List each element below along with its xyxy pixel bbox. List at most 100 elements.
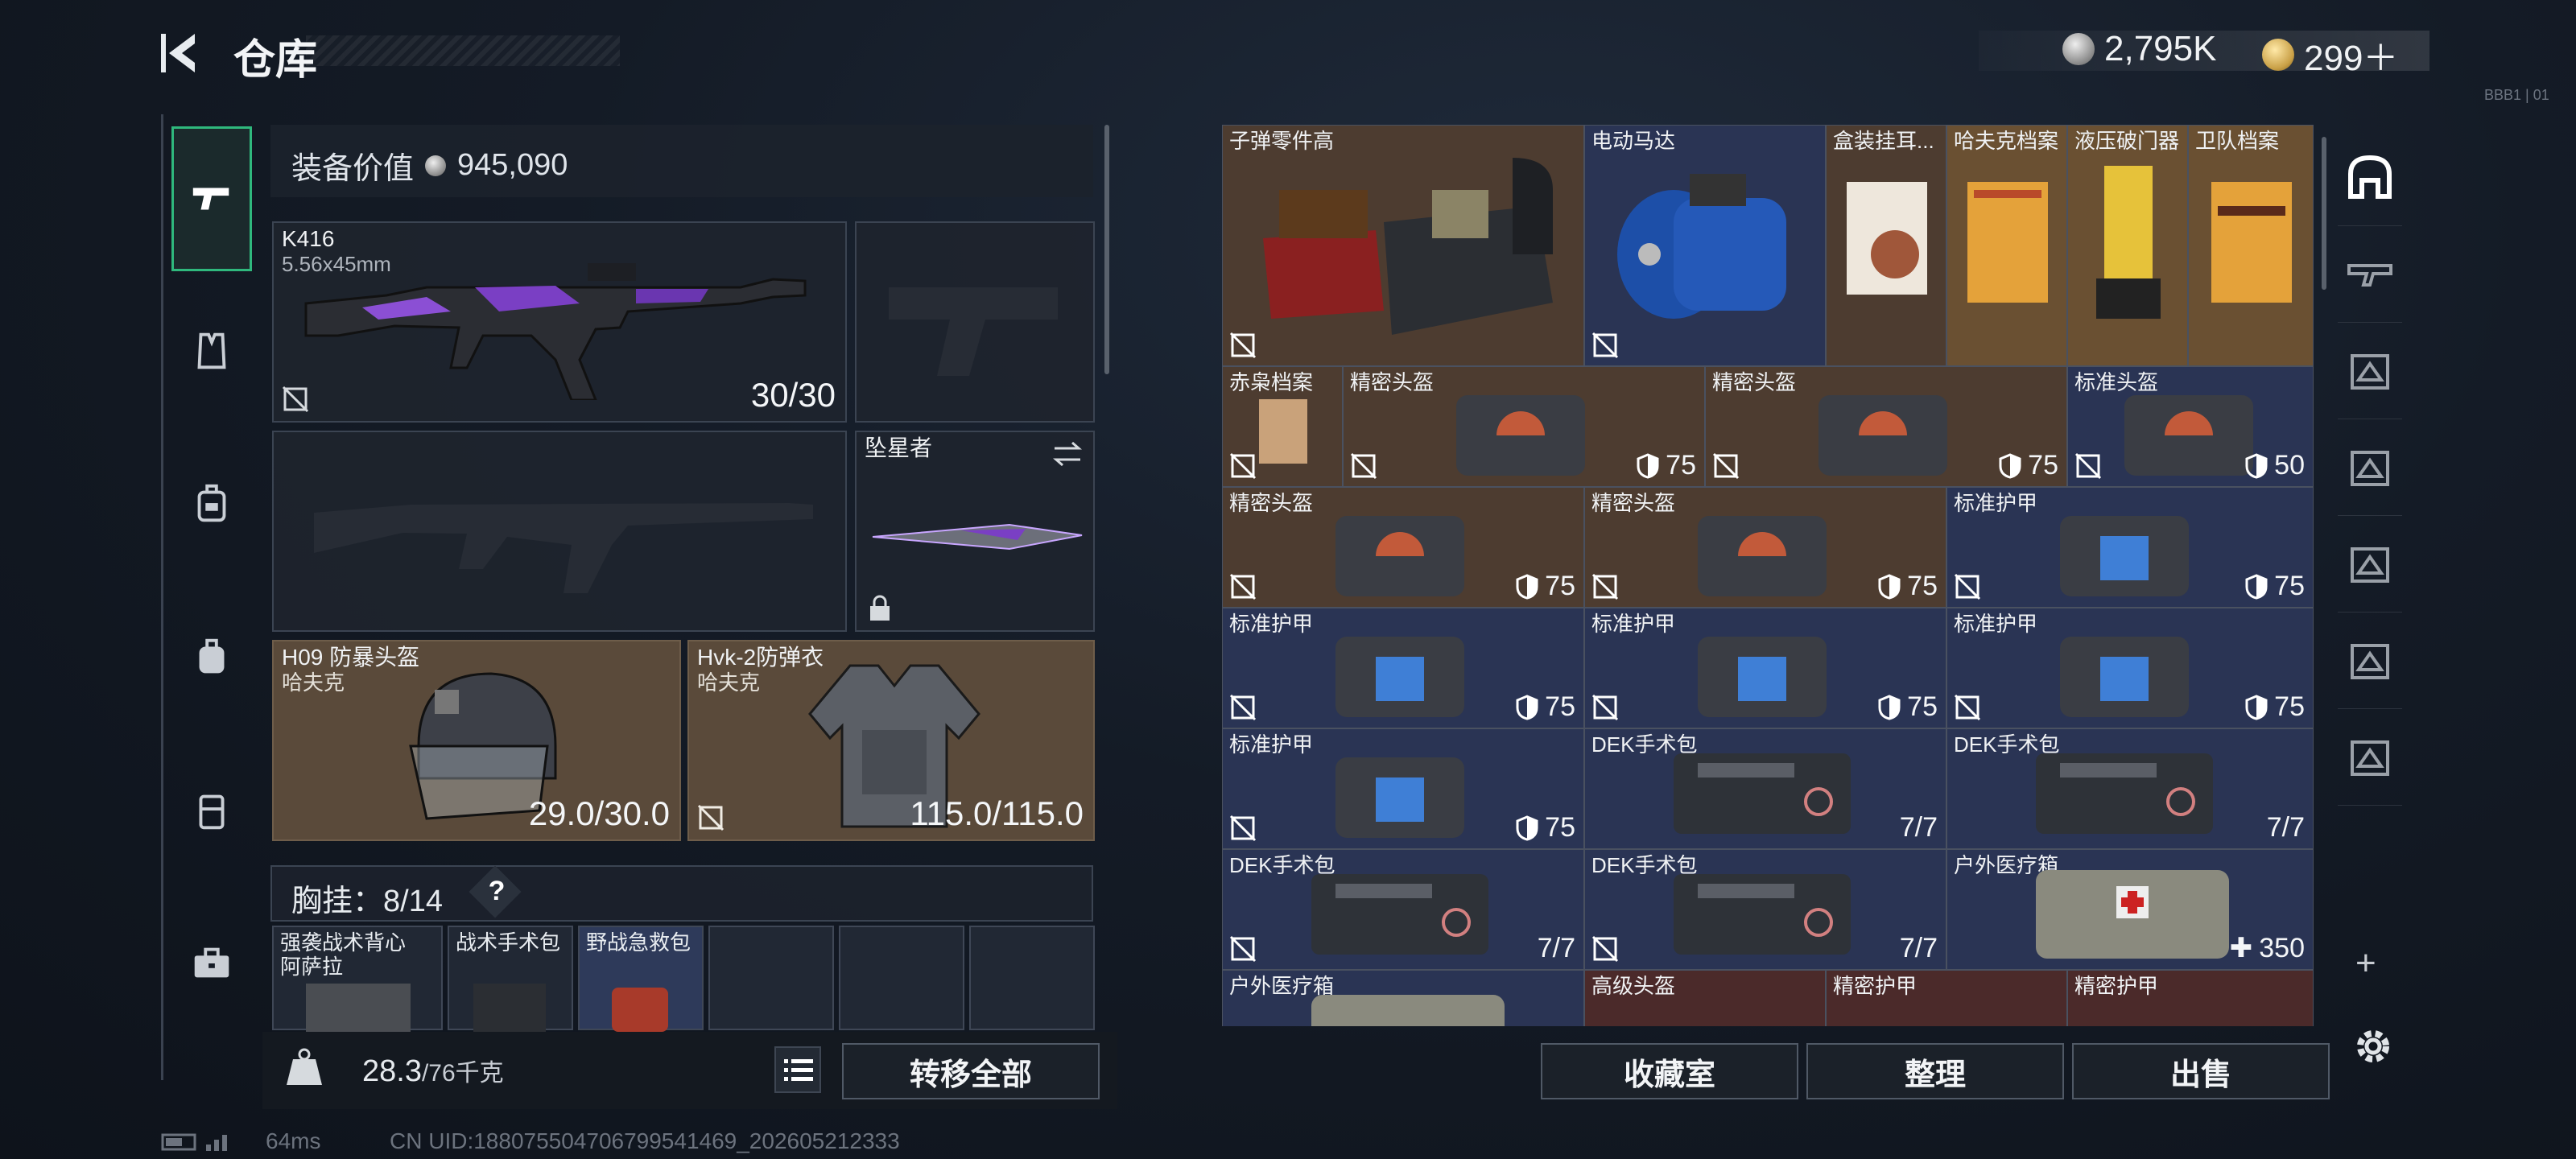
add-page-icon[interactable]: + [2355, 943, 2376, 984]
stash-scrollbar[interactable] [2322, 137, 2326, 290]
loadout-value-label: 装备价值 [291, 152, 415, 186]
stash-item[interactable]: 精密头盔 75 [1343, 366, 1705, 487]
primary-weapon-slot[interactable]: K416 5.56x45mm 30/30 [272, 221, 847, 423]
stash-tab-6[interactable] [2338, 612, 2402, 709]
nav-toolbox[interactable] [171, 891, 252, 1036]
stash-item[interactable]: 高级头盔 [1584, 970, 1826, 1026]
stash-item[interactable]: 盒装挂耳... [1826, 125, 1946, 366]
armor-bag-image [1335, 757, 1464, 838]
surgery-kit-image [473, 984, 546, 1032]
back-arrow-icon[interactable] [158, 29, 206, 77]
chest-rig-icon [197, 484, 226, 522]
weight-max: /76千克 [421, 1060, 504, 1087]
stash-item[interactable]: 标准护甲 75 [1222, 608, 1584, 728]
stash-item[interactable]: 精密护甲 [2067, 970, 2314, 1026]
stash-tab-3[interactable] [2338, 322, 2402, 419]
left-category-nav [161, 114, 257, 1080]
list-view-button[interactable] [774, 1046, 821, 1093]
left-scrollbar[interactable] [1104, 125, 1109, 374]
stash-item[interactable]: 标准头盔 50 [2067, 366, 2314, 487]
helmet-slot[interactable]: H09 防暴头盔 哈夫克 29.0/30.0 [272, 640, 681, 841]
stash-item[interactable]: 液压破门器 [2067, 125, 2188, 366]
nav-chest-rig[interactable] [171, 432, 252, 577]
surgery-kit-image [2036, 753, 2213, 834]
nav-case[interactable] [171, 738, 252, 883]
nav-backpack[interactable] [171, 585, 252, 730]
stash-item[interactable]: 标准护甲 75 [1946, 487, 2314, 608]
no-transfer-icon [1229, 935, 1257, 963]
stash-item-name: 标准护甲 [1229, 732, 1314, 757]
chest-empty-slot[interactable] [969, 926, 1095, 1030]
chest-item-slot[interactable]: 战术手术包 [448, 926, 573, 1032]
stash-item[interactable]: 精密护甲 [1826, 970, 2067, 1026]
durability: 7/7 [1538, 933, 1575, 964]
stash-item[interactable]: DEK手术包 7/7 [1584, 728, 1946, 849]
sort-button[interactable]: 整理 [1806, 1043, 2064, 1099]
chest-empty-slot[interactable] [839, 926, 964, 1030]
page-title: 仓库 [233, 37, 318, 84]
stash-item[interactable]: 赤枭档案 [1222, 366, 1343, 487]
stash-item[interactable]: 标准护甲 75 [1584, 608, 1946, 728]
stash-item[interactable]: DEK手术包 7/7 [1946, 728, 2314, 849]
nav-weapons[interactable] [171, 126, 252, 271]
stash-grid: 子弹零件高 电动马达 盒装挂耳... 哈夫克档案 液压破门器 卫队档案 赤枭档案… [1222, 125, 2314, 1026]
silver-amount: 2,795K [2104, 29, 2217, 68]
melee-slot[interactable]: 坠星者 [855, 431, 1095, 632]
no-transfer-icon [1591, 573, 1619, 600]
durability: 7/7 [1900, 812, 1938, 843]
stash-item[interactable]: 精密头盔 75 [1222, 487, 1584, 608]
stash-item[interactable]: 子弹零件高 [1222, 125, 1584, 366]
durability-value: 75 [1545, 812, 1575, 843]
stash-tab-4[interactable] [2338, 419, 2402, 516]
armor-slot[interactable]: Hvk-2防弹衣 哈夫克 115.0/115.0 [687, 640, 1095, 841]
durability: 7/7 [2267, 812, 2305, 843]
collection-room-button[interactable]: 收藏室 [1541, 1043, 1798, 1099]
hydraulic-breacher-image [2096, 166, 2161, 319]
stash-item[interactable]: 卫队档案 [2188, 125, 2314, 366]
durability: 7/7 [1900, 933, 1938, 964]
no-transfer-icon [282, 386, 309, 413]
stash-item-name: 精密头盔 [1591, 491, 1676, 515]
no-transfer-icon [697, 804, 724, 831]
nav-armor[interactable] [171, 279, 252, 424]
no-transfer-icon [1229, 694, 1257, 721]
silver-currency[interactable]: 2,795K [2062, 29, 2216, 69]
stash-tab-icon [2351, 354, 2389, 390]
stash-tab-home[interactable] [2338, 129, 2402, 226]
stash-item[interactable]: 精密头盔 75 [1705, 366, 2067, 487]
chest-empty-slot[interactable] [708, 926, 834, 1030]
pistol-silhouette-icon [889, 287, 1058, 376]
stash-tab-7[interactable] [2338, 708, 2402, 806]
durability: 75 [1878, 571, 1938, 602]
vest-icon [197, 332, 226, 369]
title-decoration [306, 35, 620, 66]
stash-tab-5[interactable] [2338, 515, 2402, 612]
stash-item[interactable]: 户外医疗箱 [1222, 970, 1584, 1026]
stash-item[interactable]: 电动马达 [1584, 125, 1826, 366]
swap-icon[interactable] [1051, 440, 1084, 468]
gear-icon[interactable] [2349, 1022, 2397, 1070]
stash-item[interactable]: DEK手术包 7/7 [1584, 849, 1946, 970]
chest-item-slot[interactable]: 野战急救包 [578, 926, 704, 1032]
chest-item-slot[interactable]: 强袭战术背心 阿萨拉 [272, 926, 443, 1032]
rifle-silhouette-icon [314, 503, 813, 593]
melee-name: 坠星者 [865, 435, 933, 460]
stash-item-name: 液压破门器 [2074, 129, 2180, 153]
stash-item[interactable]: 标准护甲 75 [1946, 608, 2314, 728]
stash-tab-weapons[interactable] [2338, 225, 2402, 323]
durability-value: 75 [1545, 571, 1575, 601]
chest-rig-count: 8/14 [383, 885, 443, 918]
stash-item-name: 标准护甲 [1954, 612, 2038, 636]
stash-item[interactable]: 精密头盔 75 [1584, 487, 1946, 608]
secondary-weapon-slot[interactable] [272, 431, 847, 632]
stash-item[interactable]: DEK手术包 7/7 [1222, 849, 1584, 970]
shield-icon [1999, 452, 2021, 479]
transfer-all-button[interactable]: 转移全部 [842, 1043, 1100, 1099]
stash-item[interactable]: 户外医疗箱 ✚ 350 [1946, 849, 2314, 970]
outdoor-medkit-image [1311, 995, 1505, 1026]
stash-item[interactable]: 哈夫克档案 [1946, 125, 2067, 366]
pistol-slot[interactable] [855, 221, 1095, 423]
sell-button[interactable]: 出售 [2072, 1043, 2330, 1099]
stash-item[interactable]: 标准护甲 75 [1222, 728, 1584, 849]
gold-currency[interactable]: 299＋ [2262, 29, 2398, 80]
